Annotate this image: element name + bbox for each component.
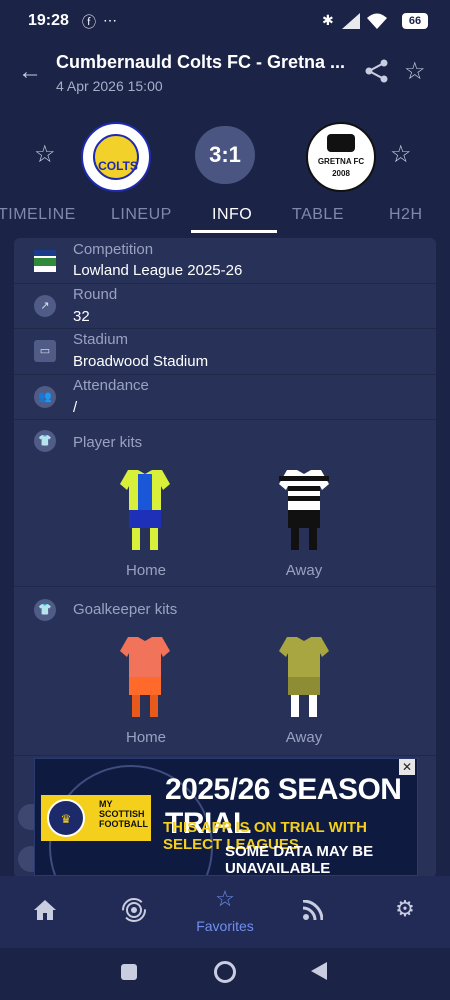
favorites-label: Favorites xyxy=(196,918,254,934)
favorite-away-team-star-icon[interactable]: ☆ xyxy=(390,143,412,167)
player-kits-section: 👕 Player kits Home Away xyxy=(14,420,436,587)
tab-info[interactable]: INFO xyxy=(212,206,252,224)
away-team-crest: GRETNA FC 2008 xyxy=(306,122,376,192)
ad-line2: SOME DATA MAY BE UNAVAILABLE xyxy=(225,843,374,876)
competition-value: Lowland League 2025-26 xyxy=(73,262,243,279)
round-row: ↗ Round 32 xyxy=(14,284,436,329)
favorite-home-team-star-icon[interactable]: ☆ xyxy=(34,143,56,167)
signal-icon xyxy=(342,13,360,29)
shirt-icon: 👕 xyxy=(34,599,56,621)
attendance-row: 👥 Attendance / xyxy=(14,375,436,420)
round-label: Round xyxy=(73,286,118,303)
goalkeeper-kits-title: Goalkeeper kits xyxy=(73,601,178,618)
ad-brand-name: MY SCOTTISH FOOTBALL xyxy=(99,799,148,829)
system-navigation-bar xyxy=(0,948,450,1000)
round-value: 32 xyxy=(73,308,90,325)
status-time: 19:28 xyxy=(28,12,69,29)
match-score: 3:1 xyxy=(195,126,255,184)
back-system-button[interactable] xyxy=(311,962,327,980)
nav-news[interactable] xyxy=(279,876,349,948)
favorites-star-icon: ☆ xyxy=(215,886,235,911)
home-kit-label: Home xyxy=(125,562,166,579)
away-goalkeeper-label: Away xyxy=(285,729,323,746)
nav-favorites[interactable]: ☆ Favorites xyxy=(190,876,260,948)
match-datetime: 4 Apr 2026 15:00 xyxy=(56,78,163,94)
share-icon[interactable] xyxy=(364,58,390,84)
tab-lineup[interactable]: LINEUP xyxy=(111,206,172,224)
player-kits-title: Player kits xyxy=(73,434,143,451)
wifi-icon xyxy=(367,13,387,29)
battery-indicator: 66 xyxy=(402,13,428,29)
ad-banner[interactable]: ♛ MY SCOTTISH FOOTBALL 2025/26 SEASON TR… xyxy=(34,758,418,876)
back-arrow-icon[interactable]: ← xyxy=(18,58,42,86)
top-app-bar: ← Cumbernauld Colts FC - Gretna ... 4 Ap… xyxy=(0,44,450,104)
home-goalkeeper-kit xyxy=(120,637,170,717)
competition-logo-icon xyxy=(34,250,56,272)
tab-table[interactable]: TABLE xyxy=(292,206,344,224)
gear-icon: ⚙ xyxy=(395,896,415,921)
nav-settings[interactable]: ⚙ xyxy=(370,876,440,948)
rss-feed-icon xyxy=(303,900,323,920)
recent-apps-button[interactable] xyxy=(121,964,137,980)
attendance-value: / xyxy=(73,399,78,416)
competition-label: Competition xyxy=(73,241,154,258)
match-title: Cumbernauld Colts FC - Gretna ... xyxy=(56,52,346,72)
trend-icon: ↗ xyxy=(34,295,56,317)
facebook-icon: ⓕ xyxy=(82,14,96,30)
home-player-kit xyxy=(120,470,170,550)
away-goalkeeper-kit xyxy=(279,637,329,717)
bottom-navigation: ☆ Favorites ⚙ xyxy=(0,876,450,948)
home-team-crest: COLTS xyxy=(81,122,151,192)
scottish-fa-crest-icon: ♛ xyxy=(47,799,85,837)
people-icon: 👥 xyxy=(34,386,56,408)
nav-home[interactable] xyxy=(10,876,80,948)
home-icon xyxy=(34,900,56,920)
away-kit-label: Away xyxy=(285,562,323,579)
live-broadcast-icon xyxy=(122,898,146,922)
nav-live[interactable] xyxy=(99,876,169,948)
tab-timeline[interactable]: TIMELINE xyxy=(0,206,76,224)
stadium-value: Broadwood Stadium xyxy=(73,353,209,370)
attendance-label: Attendance xyxy=(73,377,149,394)
shirt-icon: 👕 xyxy=(34,430,56,452)
goalkeeper-kits-section: 👕 Goalkeeper kits Home Away xyxy=(14,587,436,756)
stadium-label: Stadium xyxy=(73,331,129,348)
competition-row[interactable]: Competition Lowland League 2025-26 xyxy=(14,238,436,284)
home-system-button[interactable] xyxy=(214,961,236,983)
tab-h2h[interactable]: H2H xyxy=(389,206,423,224)
status-bar: 19:28 ⓕ ⋯ ✱ 66 xyxy=(0,0,450,44)
more-notifications-icon: ⋯ xyxy=(103,12,117,28)
bluetooth-icon: ✱ xyxy=(322,12,334,28)
away-player-kit xyxy=(279,470,329,550)
stadium-icon: ▭ xyxy=(34,340,56,362)
favorite-match-star-icon[interactable]: ☆ xyxy=(404,60,426,84)
ad-close-button[interactable]: ✕ xyxy=(399,759,415,775)
active-tab-indicator xyxy=(191,230,277,233)
stadium-row: ▭ Stadium Broadwood Stadium xyxy=(14,329,436,375)
match-tabs: TIMELINE LINEUP INFO TABLE H2H xyxy=(0,200,450,234)
home-goalkeeper-label: Home xyxy=(125,729,166,746)
